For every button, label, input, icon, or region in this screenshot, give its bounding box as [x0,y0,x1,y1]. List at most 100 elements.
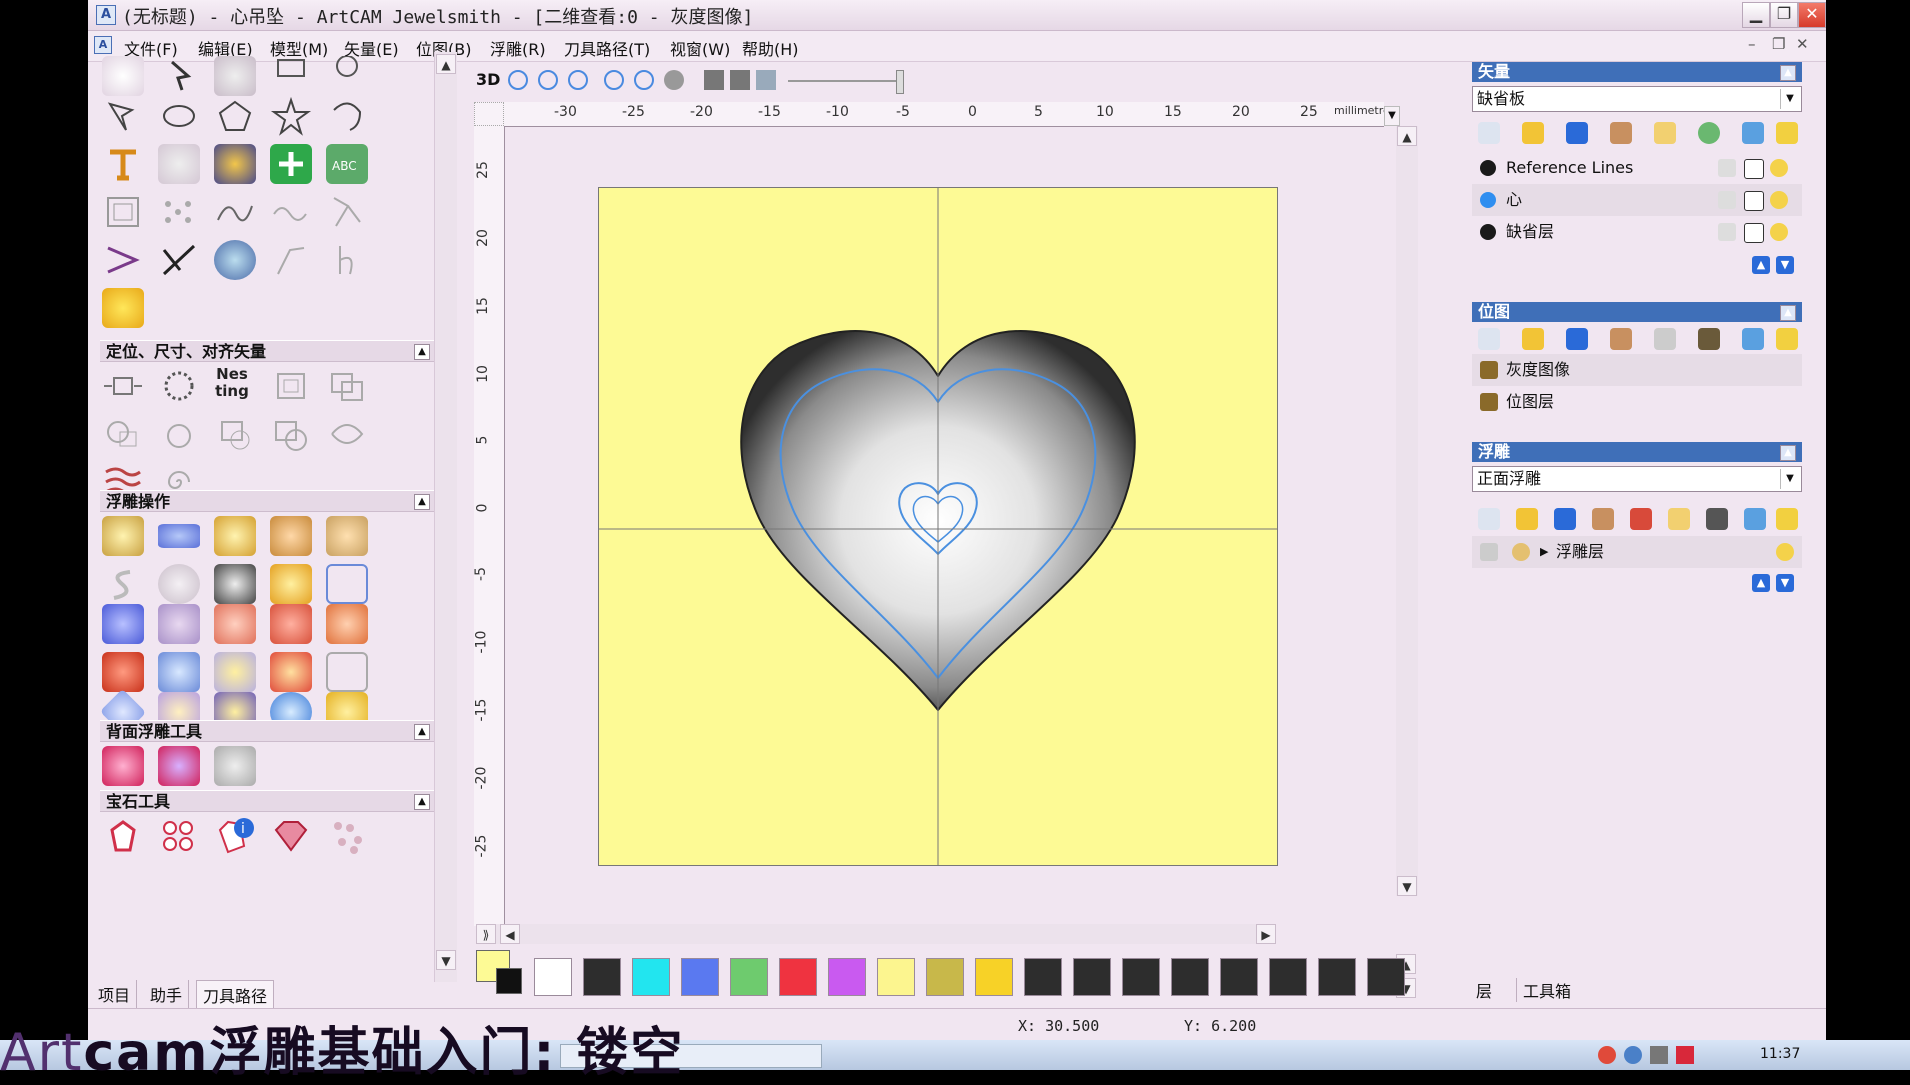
palette-swatch[interactable] [730,958,768,996]
move-up-icon[interactable]: ▲ [1752,256,1770,274]
relief-settings-icon[interactable] [1776,508,1798,530]
copy-relief-icon[interactable] [1592,508,1614,530]
merge-layer-icon[interactable] [1698,122,1720,144]
minimize-button[interactable]: ▁ [1742,2,1770,28]
arc-tool-icon[interactable] [326,96,368,136]
tray-icon[interactable] [1624,1046,1642,1064]
open-bitmap-icon[interactable] [1522,328,1544,350]
palette-swatch[interactable] [1122,958,1160,996]
bevel-icon[interactable] [326,564,368,604]
paste-layer-icon[interactable] [1654,122,1676,144]
rectangle-tool-icon[interactable] [270,56,312,96]
new-relief-icon[interactable] [1478,508,1500,530]
grid-align-icon[interactable] [270,366,312,406]
edit-pen-icon[interactable] [1744,191,1764,211]
mdi-restore-icon[interactable]: ❐ [1772,35,1785,53]
copy-align-icon[interactable] [326,366,368,406]
ellipse-tool-icon[interactable] [158,96,200,136]
bitmap-view-icon[interactable] [730,70,750,90]
mdi-close-icon[interactable]: ✕ [1796,35,1809,53]
bitmap-image-icon[interactable] [1698,328,1720,350]
delete-relief-icon[interactable] [1744,508,1766,530]
erase-relief-icon[interactable] [326,604,368,644]
section-relief-operations[interactable]: 浮雕操作 ▲ [100,490,436,512]
gem-info-icon[interactable]: i [214,816,256,856]
vector-layer-row[interactable]: Reference Lines [1472,152,1802,184]
tab-project[interactable]: 项目 [92,980,138,1008]
3d-view-button[interactable]: 3D [476,70,500,89]
visibility-bulb-icon[interactable] [1776,543,1794,561]
edit-pen-icon[interactable] [1744,159,1764,179]
transform-tool-icon[interactable] [214,56,256,96]
zoom-in-icon[interactable] [508,70,528,90]
trim-tool-icon[interactable] [158,240,200,280]
visibility-bulb-icon[interactable] [1770,191,1788,209]
menu-help[interactable]: 帮助(H) [742,36,799,60]
vector-library-icon[interactable] [214,144,256,184]
new-bitmap-icon[interactable] [1478,328,1500,350]
palette-swatch[interactable] [1073,958,1111,996]
polyline-tool-icon[interactable] [102,96,144,136]
secondary-color[interactable] [496,968,522,994]
border-tool-icon[interactable] [102,192,144,232]
relief-zero-icon[interactable] [214,652,256,692]
tray-icon[interactable] [1676,1046,1694,1064]
pattern-tool-icon[interactable] [158,192,200,232]
fillet-tool-icon[interactable] [270,240,312,280]
node-edit-icon[interactable] [158,56,200,96]
gem-pave-icon[interactable] [326,816,368,856]
copy-bitmap-icon[interactable] [1610,328,1632,350]
angle-tool-icon[interactable] [102,240,144,280]
zoom-out-icon[interactable] [538,70,558,90]
layer-color-dot[interactable] [1480,160,1496,176]
save-relief-icon[interactable] [1554,508,1576,530]
collapse-icon[interactable]: ▲ [414,344,430,360]
palette-swatch[interactable] [926,958,964,996]
scroll-right-icon[interactable]: ▶ [1256,924,1276,944]
bitmap-layer-row[interactable]: 位图层 [1472,386,1802,418]
scroll-down-icon[interactable]: ▼ [1397,876,1417,896]
spiral-tool-icon[interactable] [326,192,368,232]
text-on-curve-icon[interactable] [158,144,200,184]
text-tool-icon[interactable] [102,144,144,184]
chevron-down-icon[interactable]: ▼ [1780,89,1799,109]
palette-swatch[interactable] [1269,958,1307,996]
view-vertical-scrollbar[interactable]: ▲ ▼ [1396,126,1418,896]
menu-relief[interactable]: 浮雕(R) [490,36,546,60]
zoom-all-icon[interactable] [604,70,624,90]
tab-toolbox[interactable]: 工具箱 [1516,978,1571,1002]
move-down-icon[interactable]: ▼ [1776,574,1794,592]
delete-layer-icon[interactable] [1742,122,1764,144]
ruler-corner[interactable] [474,102,504,126]
open-layer-icon[interactable] [1522,122,1544,144]
restore-button[interactable]: ❐ [1770,2,1798,28]
lock-icon[interactable] [1718,223,1736,241]
offset-tool-icon[interactable] [326,414,368,454]
collapse-icon[interactable]: ▲ [1780,305,1796,321]
face-relief-icon[interactable] [214,564,256,604]
section-position-size-align[interactable]: 定位、尺寸、对齐矢量 ▲ [100,340,436,362]
offset-relief-icon[interactable] [270,564,312,604]
palette-swatch[interactable] [632,958,670,996]
scroll-collapse-icon[interactable]: ⟫ [476,924,496,944]
plane-relief-icon[interactable] [158,524,200,548]
smooth-vector-icon[interactable] [214,192,256,232]
relief-layer-row[interactable]: ▶ 浮雕层 [1472,536,1802,568]
two-rail-sweep-icon[interactable] [326,516,368,556]
palette-swatch[interactable] [1367,958,1405,996]
align-tool-icon[interactable] [102,366,144,406]
smooth-relief-icon[interactable] [214,604,256,644]
zoom-fit-icon[interactable] [664,70,684,90]
abc-text-icon[interactable]: ABC [326,144,368,184]
star-tool-icon[interactable] [270,96,312,136]
current-color-swatch[interactable] [476,950,524,996]
visibility-bulb-icon[interactable] [1770,159,1788,177]
subtract-tool-icon[interactable] [158,414,200,454]
vector-sheet-dropdown[interactable]: 缺省板 ▼ [1472,86,1802,112]
close-button[interactable]: ✕ [1798,2,1826,28]
sculpt-icon[interactable] [270,604,312,644]
edit-pen-icon[interactable] [1744,223,1764,243]
tab-layers[interactable]: 层 [1476,978,1492,1002]
select-tool-icon[interactable] [102,56,144,96]
relief-view-icon[interactable] [756,70,776,90]
